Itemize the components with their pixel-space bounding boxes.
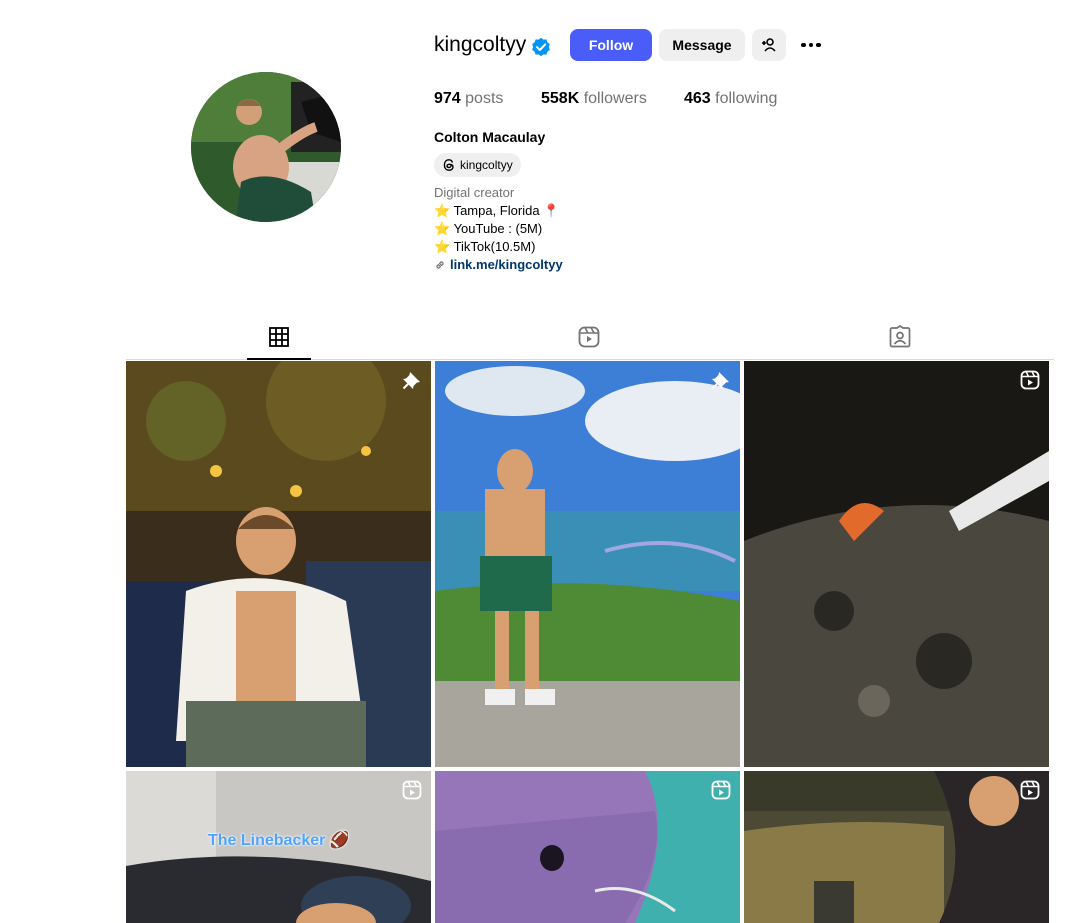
post-tile-2[interactable] [435,361,740,767]
post-image-6 [744,771,1049,923]
add-person-icon [762,38,776,52]
tab-reels-icon[interactable] [577,325,601,349]
tab-tagged-icon[interactable] [888,325,912,349]
post-image-1 [126,361,431,767]
post-tile-3[interactable] [744,361,1049,767]
post-tile-6[interactable] [744,771,1049,923]
post-image-3 [744,361,1049,767]
posts-count: 974 posts [434,90,504,107]
post-image-5 [435,771,740,923]
post-overlay-caption: The Linebacker 🏈 [208,832,350,849]
message-button[interactable]: Message [659,29,745,61]
profile-avatar[interactable] [191,72,341,222]
verified-badge-icon [532,37,550,57]
reel-icon [1020,780,1040,800]
followers-link[interactable]: 558K followers [541,89,647,109]
post-tile-5[interactable] [435,771,740,923]
profile-external-link[interactable]: link.me/kingcoltyy [434,256,563,274]
tab-posts-grid-icon[interactable] [267,325,291,349]
threads-handle: kingcoltyy [460,158,513,172]
follow-button[interactable]: Follow [570,29,652,61]
link-icon [436,261,444,269]
pinned-pin-icon [711,372,729,390]
following-link[interactable]: 463 following [684,89,777,109]
post-tile-1[interactable] [126,361,431,767]
bio-line-location: ⭐ Tampa, Florida 📍 [434,203,560,218]
post-image-2 [435,361,740,767]
bio-line-tiktok: ⭐ TikTok(10.5M) [434,239,536,254]
post-tile-4[interactable]: The Linebacker 🏈 [126,771,431,923]
more-options-ellipsis-icon[interactable] [797,33,825,57]
threads-icon [443,159,454,171]
profile-username: kingcoltyy [434,33,527,56]
tab-active-indicator [247,358,311,360]
reel-icon [711,780,731,800]
profile-full-name: Colton Macaulay [434,129,546,145]
reel-icon [402,780,422,800]
reel-icon [1020,370,1040,390]
threads-badge[interactable]: kingcoltyy [434,153,521,177]
profile-category: Digital creator [434,185,515,200]
bio-line-youtube: ⭐ YouTube : (5M) [434,221,543,236]
suggested-accounts-button[interactable] [752,29,786,61]
pinned-pin-icon [402,372,420,390]
